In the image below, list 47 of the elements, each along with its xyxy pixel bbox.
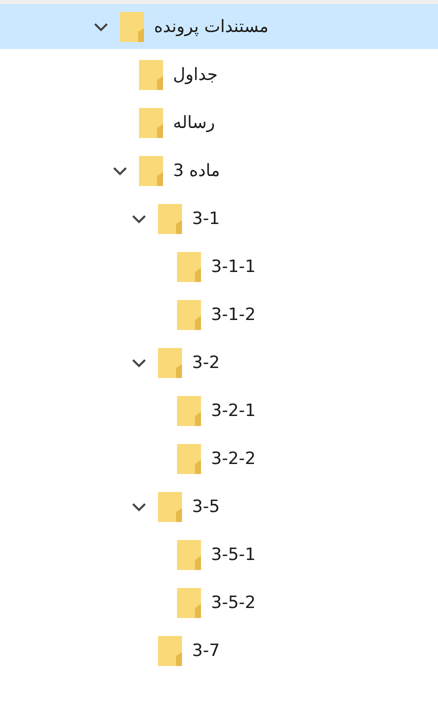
tree-item[interactable]: 3-5 — [0, 484, 438, 529]
folder-name: جداول — [173, 64, 218, 84]
folder-icon — [158, 204, 182, 234]
folder-icon — [139, 60, 163, 90]
tree-item[interactable]: جداول — [0, 52, 438, 97]
folder-name: 3-2-2 — [211, 448, 256, 468]
tree-item[interactable]: 3-1-1 — [0, 244, 438, 289]
folder-icon — [158, 636, 182, 666]
chevron-down-icon[interactable] — [130, 500, 148, 512]
tree-item[interactable]: ماده 3 — [0, 148, 438, 193]
tree-item[interactable]: 3-2-2 — [0, 436, 438, 481]
folder-name: 3-5-2 — [211, 592, 256, 612]
chevron-down-icon[interactable] — [130, 356, 148, 368]
folder-icon — [139, 156, 163, 186]
tree-item[interactable]: 3-2 — [0, 340, 438, 385]
tree-item[interactable]: 3-1 — [0, 196, 438, 241]
folder-icon — [158, 492, 182, 522]
folder-icon — [177, 444, 201, 474]
folder-icon — [177, 396, 201, 426]
folder-name: 3-5 — [192, 496, 220, 516]
tree-item[interactable]: مستندات پرونده — [0, 4, 438, 49]
folder-name: 3-2 — [192, 352, 220, 372]
folder-name: 3-1-1 — [211, 256, 256, 276]
chevron-down-icon[interactable] — [111, 164, 129, 176]
tree-item[interactable]: 3-1-2 — [0, 292, 438, 337]
tree-item[interactable]: 3-7 — [0, 628, 438, 673]
folder-icon — [139, 108, 163, 138]
tree-item[interactable]: 3-5-1 — [0, 532, 438, 577]
folder-icon — [177, 588, 201, 618]
folder-icon — [158, 348, 182, 378]
folder-name: 3-5-1 — [211, 544, 256, 564]
folder-icon — [177, 300, 201, 330]
folder-icon — [120, 12, 144, 42]
chevron-down-icon[interactable] — [92, 20, 110, 32]
folder-name: ماده 3 — [173, 160, 220, 180]
tree-item[interactable]: 3-2-1 — [0, 388, 438, 433]
tree-item[interactable]: رساله — [0, 100, 438, 145]
chevron-down-icon[interactable] — [130, 212, 148, 224]
folder-name: 3-1-2 — [211, 304, 256, 324]
folder-icon — [177, 252, 201, 282]
folder-name: رساله — [173, 112, 215, 132]
folder-icon — [177, 540, 201, 570]
folder-name: مستندات پرونده — [154, 16, 268, 36]
folder-name: 3-2-1 — [211, 400, 256, 420]
folder-name: 3-7 — [192, 640, 220, 660]
folder-name: 3-1 — [192, 208, 220, 228]
tree-item[interactable]: 3-5-2 — [0, 580, 438, 625]
